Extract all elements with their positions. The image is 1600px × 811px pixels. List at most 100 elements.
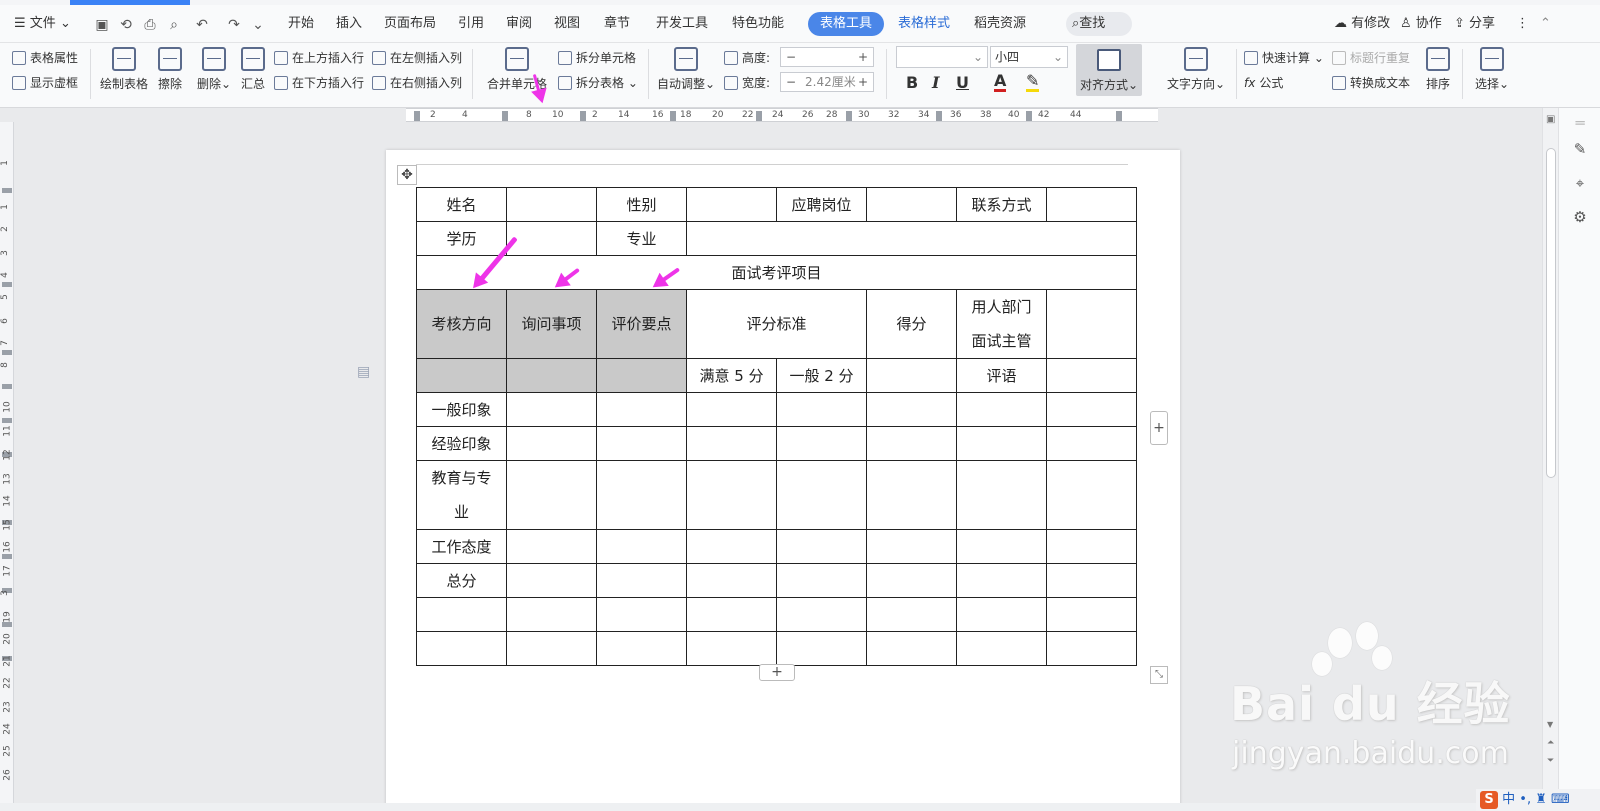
settings-sliders-icon[interactable]: ⚙ <box>1571 208 1589 226</box>
ruler-marker[interactable] <box>1026 111 1032 121</box>
table-cell[interactable] <box>776 460 867 530</box>
text-direction-button[interactable]: 文字方向⌄ <box>1166 47 1226 92</box>
font-name-select[interactable]: ⌄ <box>896 46 988 68</box>
insert-below-button[interactable]: 在下方插入行 <box>274 74 364 91</box>
save-icon[interactable]: ▣ <box>94 17 110 33</box>
table-cell[interactable] <box>686 426 777 461</box>
insert-above-button[interactable]: 在上方插入行 <box>274 49 364 66</box>
table-resize-handle[interactable]: ⤡ <box>1150 666 1168 684</box>
table-cell-selected[interactable]: 考核方向 <box>416 289 507 359</box>
table-cell[interactable] <box>866 392 957 427</box>
auto-adjust-button[interactable]: 自动调整⌄ <box>656 47 716 92</box>
table-cell[interactable]: 专业 <box>596 221 687 256</box>
merge-cells-button[interactable]: 合并单元格 <box>482 47 552 92</box>
show-grid-button[interactable]: 显示虚框 <box>12 74 78 91</box>
table-cell[interactable] <box>866 358 957 393</box>
share-button[interactable]: ⇪ 分享 <box>1454 13 1495 35</box>
summary-button[interactable]: 汇总 <box>236 47 270 92</box>
table-cell[interactable]: 性别 <box>596 187 687 222</box>
table-cell[interactable] <box>866 187 957 222</box>
tab-review[interactable]: 审阅 <box>506 13 532 35</box>
table-cell[interactable] <box>506 529 597 564</box>
table-cell[interactable] <box>956 597 1047 632</box>
table-cell[interactable]: 评分标准 <box>686 289 867 359</box>
repeat-header-button[interactable]: 标题行重复 <box>1332 49 1410 66</box>
table-cell[interactable] <box>506 597 597 632</box>
table-cell[interactable] <box>686 563 777 598</box>
tab-view[interactable]: 视图 <box>554 13 580 35</box>
table-props-button[interactable]: 表格属性 <box>12 49 78 66</box>
tab-home[interactable]: 开始 <box>288 13 314 35</box>
table-section-title[interactable]: 面试考评项目 <box>416 255 1137 290</box>
table-cell[interactable] <box>1046 392 1137 427</box>
italic-icon[interactable]: I <box>932 73 939 92</box>
table-cell[interactable] <box>866 426 957 461</box>
table-cell[interactable] <box>1046 358 1137 393</box>
table-cell[interactable] <box>686 187 777 222</box>
minus-icon[interactable]: − <box>781 48 801 66</box>
table-cell-selected[interactable]: 评价要点 <box>596 289 687 359</box>
table-cell[interactable] <box>596 426 687 461</box>
table-cell[interactable] <box>776 529 867 564</box>
more-icon[interactable]: ⋮ <box>1516 13 1529 35</box>
table-cell[interactable]: 姓名 <box>416 187 507 222</box>
table-cell[interactable] <box>776 563 867 598</box>
vertical-scrollbar[interactable]: ▣ ▼ ⏶ ⏷ <box>1542 108 1558 811</box>
add-row-button[interactable]: + <box>759 664 795 681</box>
table-cell[interactable]: 工作态度 <box>416 529 507 564</box>
table-cell[interactable]: 得分 <box>866 289 957 359</box>
table-cell[interactable] <box>596 563 687 598</box>
collapse-icon[interactable]: ⌃ <box>1540 13 1551 35</box>
ruler-marker[interactable] <box>756 111 762 121</box>
print-preview-icon[interactable]: ⌕ <box>166 17 182 33</box>
table-cell[interactable] <box>866 631 957 666</box>
table-cell[interactable]: 经验印象 <box>416 426 507 461</box>
minus-icon[interactable]: − <box>781 73 801 91</box>
tab-special[interactable]: 特色功能 <box>732 13 784 35</box>
table-cell[interactable]: 应聘岗位 <box>776 187 867 222</box>
table-cell[interactable] <box>956 426 1047 461</box>
table-cell-selected[interactable] <box>416 358 507 393</box>
print-icon[interactable]: ⎙ <box>142 17 158 33</box>
table-move-handle[interactable]: ✥ <box>397 165 417 185</box>
table-cell[interactable]: 一般印象 <box>416 392 507 427</box>
tab-references[interactable]: 引用 <box>458 13 484 35</box>
tab-table-tools[interactable]: 表格工具 <box>808 12 885 36</box>
collab-button[interactable]: ♙ 协作 <box>1400 13 1442 35</box>
table-cell[interactable] <box>686 221 1137 256</box>
table-cell[interactable] <box>506 221 597 256</box>
redo-icon[interactable]: ↷ <box>226 17 242 33</box>
table-cell[interactable] <box>866 563 957 598</box>
table-cell[interactable] <box>1046 426 1137 461</box>
keyboard-icon[interactable]: ⌨ <box>1551 792 1570 807</box>
has-changes-button[interactable]: ☁ 有修改 <box>1334 13 1390 35</box>
bold-icon[interactable]: B <box>906 73 918 92</box>
pen-icon[interactable]: ✎ <box>1571 140 1589 158</box>
table-cell[interactable] <box>596 392 687 427</box>
tab-page-layout[interactable]: 页面布局 <box>384 13 436 35</box>
undo-icon[interactable]: ↶ <box>194 17 210 33</box>
table-cell[interactable]: 满意 5 分 <box>686 358 777 393</box>
font-color-icon[interactable]: A <box>994 73 1007 92</box>
table-cell[interactable] <box>1046 187 1137 222</box>
ruler-marker[interactable] <box>846 111 852 121</box>
table-cell[interactable] <box>956 392 1047 427</box>
table-cell-selected[interactable] <box>596 358 687 393</box>
table-cell[interactable] <box>866 529 957 564</box>
tab-table-style[interactable]: 表格样式 <box>898 13 950 35</box>
table-cell[interactable] <box>1046 529 1137 564</box>
table-cell[interactable] <box>596 631 687 666</box>
table-cell[interactable] <box>866 597 957 632</box>
horizontal-ruler[interactable]: 2 4 8 10 2 14 16 18 20 22 24 26 28 30 32… <box>406 108 1158 122</box>
table-cell[interactable] <box>506 426 597 461</box>
table-cell[interactable] <box>506 563 597 598</box>
tab-chapter[interactable]: 章节 <box>604 13 630 35</box>
delete-button[interactable]: 删除⌄ <box>194 47 234 92</box>
to-text-button[interactable]: 转换成文本 <box>1332 74 1410 91</box>
ruler-marker[interactable] <box>1116 111 1122 121</box>
table-cell[interactable] <box>1046 289 1137 359</box>
table-cell[interactable] <box>776 392 867 427</box>
table-cell[interactable]: 评语 <box>956 358 1047 393</box>
table-cell[interactable] <box>506 392 597 427</box>
ruler-marker[interactable] <box>580 111 586 121</box>
